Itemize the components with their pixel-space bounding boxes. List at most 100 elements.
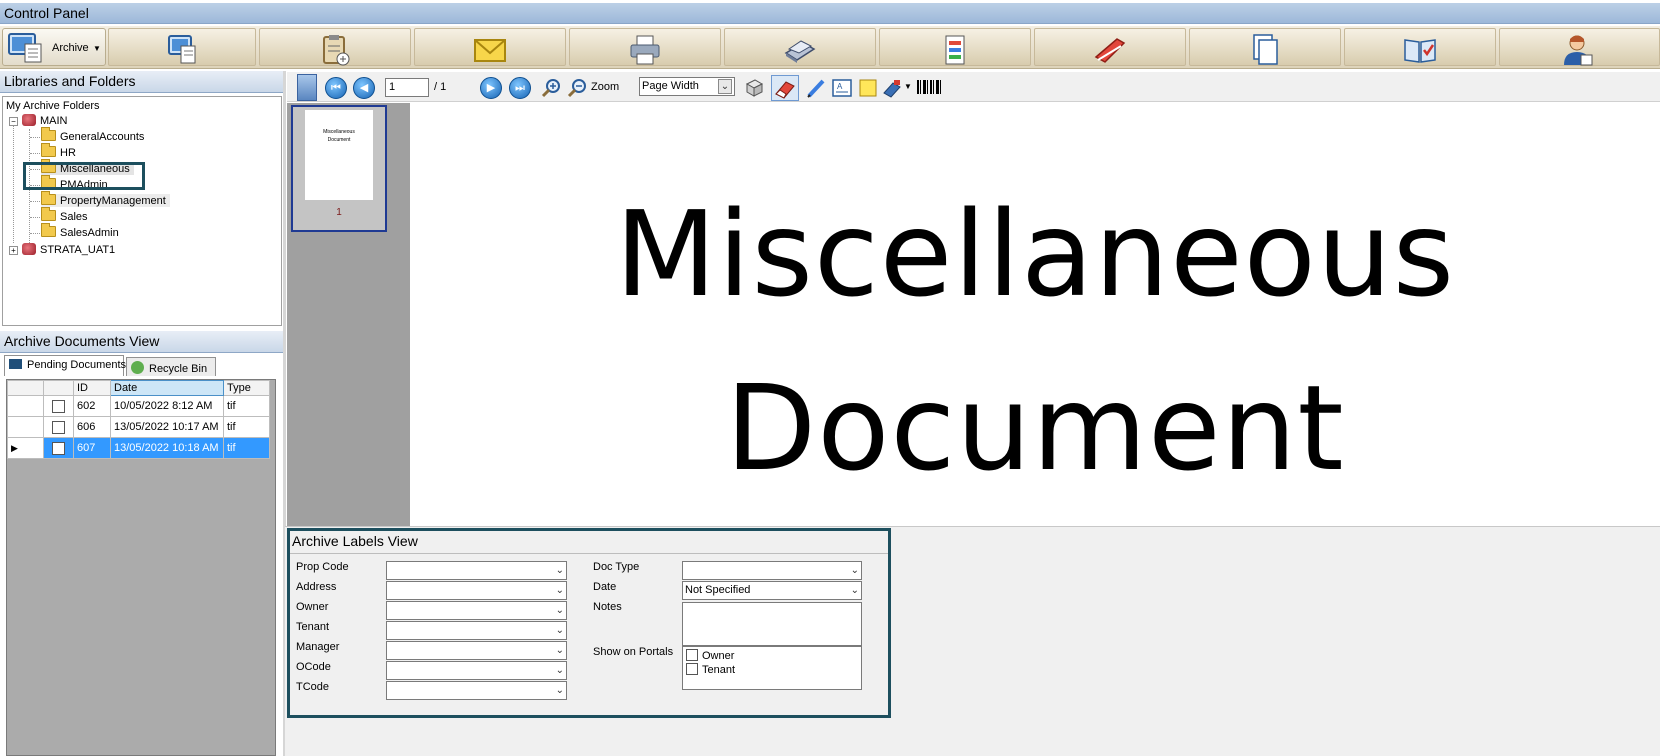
address-select[interactable]: ⌄	[386, 581, 567, 600]
tab-pending-documents[interactable]: Pending Documents	[4, 355, 126, 376]
row-selector[interactable]: ▶	[7, 437, 44, 459]
last-page-button[interactable]: ⏭	[509, 77, 531, 99]
cell-date: 10/05/2022 8:12 AM	[110, 395, 224, 417]
toolbar-segment-user[interactable]	[1499, 28, 1660, 66]
tree-node-main-label: MAIN	[40, 115, 68, 127]
eraser-tool-button[interactable]	[771, 75, 799, 101]
toolbar-segment-computer[interactable]	[108, 28, 256, 66]
prop-code-select[interactable]: ⌄	[386, 561, 567, 580]
field-label-manager: Manager	[296, 641, 340, 653]
chevron-down-icon: ⌄	[555, 625, 564, 636]
zoom-out-icon[interactable]	[566, 77, 588, 99]
chevron-down-icon: ⌄	[555, 605, 564, 616]
barcode-icon[interactable]	[915, 77, 943, 99]
tree-node-main[interactable]: − MAIN	[9, 114, 68, 127]
zoom-in-icon[interactable]	[540, 77, 562, 99]
previous-page-button[interactable]: ◀	[353, 77, 375, 99]
eraser-icon	[775, 81, 795, 99]
row-checkbox-cell[interactable]	[43, 437, 74, 459]
doc-type-select[interactable]: ⌄	[682, 561, 862, 580]
toolbar-segment-scan[interactable]	[724, 28, 876, 66]
tree-folder-sales[interactable]: Sales	[41, 207, 88, 223]
miscellaneous-highlight-box	[23, 162, 145, 190]
column-header-type[interactable]: Type	[223, 380, 270, 396]
tree-node-strata[interactable]: + STRATA_UAT1	[9, 243, 115, 256]
stamp-dropdown-icon[interactable]: ▼	[904, 82, 912, 104]
first-page-button[interactable]: ⏮	[325, 77, 347, 99]
folder-dark-icon	[9, 359, 22, 369]
chevron-down-icon: ⌄	[555, 585, 564, 596]
tree-folder-generalaccounts[interactable]: GeneralAccounts	[41, 127, 144, 143]
notes-textarea[interactable]	[682, 602, 862, 646]
computer-icon	[168, 35, 196, 64]
tree-folder-hr[interactable]: HR	[41, 143, 76, 159]
page-thumbnail[interactable]: Miscellaneous Document 1	[291, 105, 387, 232]
portal-option-tenant[interactable]: Tenant	[686, 663, 735, 676]
tab-recycle-bin[interactable]: Recycle Bin	[126, 357, 216, 376]
row-checkbox-cell[interactable]	[43, 416, 74, 438]
chevron-down-icon: ⌄	[555, 565, 564, 576]
cell-date: 13/05/2022 10:18 AM	[110, 437, 224, 459]
tree-folder-salesadmin[interactable]: SalesAdmin	[41, 223, 119, 239]
stamp-icon[interactable]	[881, 77, 903, 99]
table-row[interactable]: 602 10/05/2022 8:12 AM tif	[7, 395, 270, 417]
table-row[interactable]: 606 13/05/2022 10:17 AM tif	[7, 416, 270, 438]
row-checkbox[interactable]	[52, 399, 65, 413]
table-row-selected[interactable]: ▶ 607 13/05/2022 10:18 AM tif	[7, 437, 270, 459]
archive-docs-panel-title: Archive Documents View	[4, 333, 160, 349]
libraries-panel-title: Libraries and Folders	[4, 73, 136, 89]
next-page-button[interactable]: ▶	[480, 77, 502, 99]
box-3d-icon[interactable]	[743, 77, 765, 99]
portal-owner-checkbox[interactable]	[686, 649, 698, 661]
database-icon	[22, 114, 36, 126]
row-checkbox-cell[interactable]	[43, 395, 74, 417]
manager-select[interactable]: ⌄	[386, 641, 567, 660]
toolbar-segment-review[interactable]	[1344, 28, 1496, 66]
page-number-input[interactable]: 1	[385, 78, 429, 97]
pending-documents-grid: ID Date Type 602 10/05/2022 8:12 AM tif …	[6, 379, 276, 756]
svg-text:A: A	[837, 82, 843, 91]
zoom-select[interactable]: Page Width ⌄	[639, 77, 735, 96]
column-header-id[interactable]: ID	[73, 380, 111, 396]
archive-menu-button[interactable]: Archive ▼	[2, 28, 106, 66]
collapse-icon[interactable]: −	[9, 117, 18, 126]
row-checkbox[interactable]	[52, 420, 65, 434]
libraries-panel-header: Libraries and Folders	[0, 71, 283, 93]
owner-select[interactable]: ⌄	[386, 601, 567, 620]
portal-tenant-checkbox[interactable]	[686, 663, 698, 675]
portal-option-owner[interactable]: Owner	[686, 649, 734, 662]
toolbar-segment-clipboard[interactable]	[259, 28, 411, 66]
row-selector[interactable]	[7, 395, 44, 417]
toolbar-segment-copy[interactable]	[1189, 28, 1341, 66]
folder-icon	[41, 127, 56, 141]
zoom-select-value: Page Width	[642, 80, 699, 92]
row-checkbox[interactable]	[52, 441, 65, 455]
toolbar-segment-email[interactable]	[414, 28, 566, 66]
column-header-date[interactable]: Date	[110, 380, 224, 396]
row-selector[interactable]	[7, 416, 44, 438]
checkbox-column-header[interactable]	[43, 380, 74, 396]
copy-pages-icon	[1253, 34, 1278, 65]
expand-icon[interactable]: +	[9, 246, 18, 255]
text-box-icon[interactable]: A	[831, 77, 853, 99]
pen-icon[interactable]	[805, 77, 827, 99]
export-icon	[945, 35, 965, 65]
toolbar-segment-export[interactable]	[879, 28, 1031, 66]
tree-folder-propertymanagement[interactable]: PropertyManagement	[41, 191, 170, 207]
tenant-select[interactable]: ⌄	[386, 621, 567, 640]
document-view[interactable]: Miscellaneous Document	[410, 103, 1660, 526]
user-icon	[1564, 35, 1593, 66]
thumbnail-toggle-button[interactable]	[297, 74, 317, 101]
window-title: Control Panel	[4, 5, 89, 21]
chevron-down-icon: ⌄	[718, 79, 732, 94]
folder-icon	[41, 191, 56, 205]
document-text-line-2: Document	[725, 359, 1345, 497]
toolbar-segment-staple[interactable]	[1034, 28, 1186, 66]
main-toolbar: Archive ▼	[0, 26, 1660, 69]
viewer-toolbar: ⏮ ◀ 1 / 1 ▶ ⏭ Zoom Page Width ⌄ A ▼	[287, 72, 1660, 102]
tcode-select[interactable]: ⌄	[386, 681, 567, 700]
ocode-select[interactable]: ⌄	[386, 661, 567, 680]
sticky-note-icon[interactable]	[857, 77, 879, 99]
date-select[interactable]: Not Specified ⌄	[682, 581, 862, 600]
toolbar-segment-print[interactable]	[569, 28, 721, 66]
